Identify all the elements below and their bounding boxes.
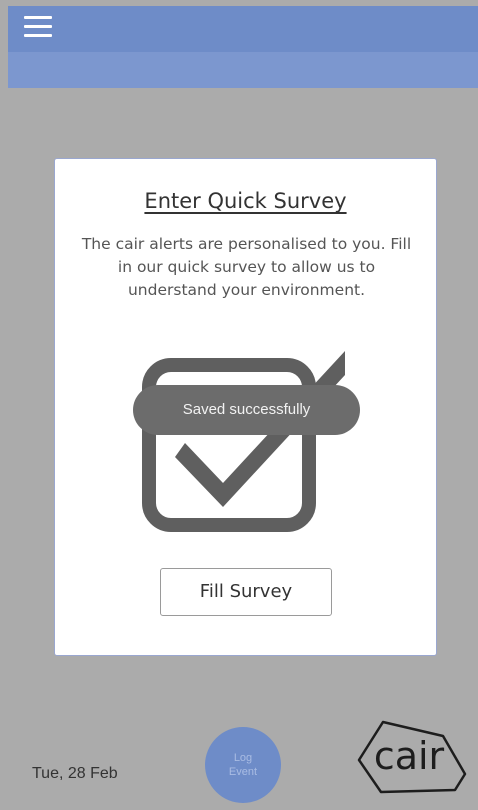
top-app-bar xyxy=(8,6,478,52)
log-event-button[interactable]: Log Event xyxy=(205,727,281,803)
saved-toast: Saved successfully xyxy=(133,385,360,435)
fill-survey-button[interactable]: Fill Survey xyxy=(160,568,332,616)
dialog-title: Enter Quick Survey xyxy=(144,189,347,213)
log-event-label-line1: Log xyxy=(233,752,253,764)
current-date: Tue, 28 Feb xyxy=(32,765,118,782)
sub-header-bar xyxy=(8,52,478,88)
cair-logo-text: cair xyxy=(373,734,445,778)
checkbox-checked-icon xyxy=(142,351,345,532)
hamburger-menu-icon[interactable] xyxy=(24,16,52,40)
dialog-description: The cair alerts are personalised to you.… xyxy=(81,235,412,299)
app-screen: Enter Quick Survey The cair alerts are p… xyxy=(0,0,478,810)
log-event-label-line2: Event xyxy=(228,766,258,778)
